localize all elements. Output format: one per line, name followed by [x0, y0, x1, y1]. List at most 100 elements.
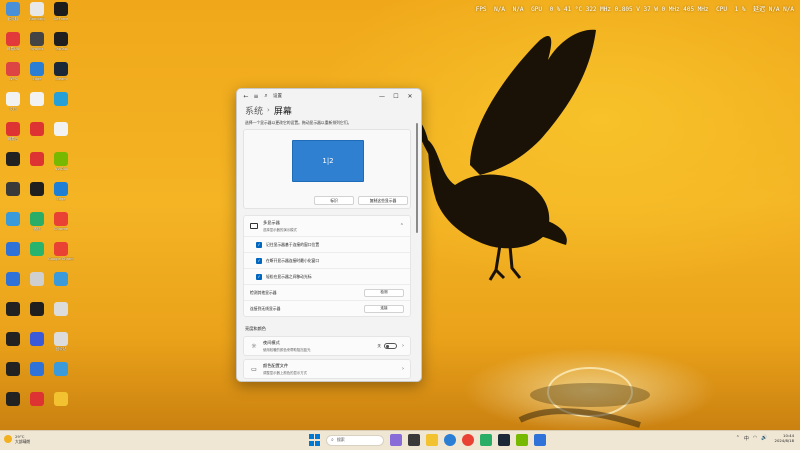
- desktop-shortcut[interactable]: [0, 182, 26, 210]
- app-icon: [30, 212, 44, 226]
- app-icon: [54, 2, 68, 16]
- desktop-shortcut[interactable]: [24, 302, 50, 330]
- tray-overflow-icon[interactable]: ⌃: [736, 435, 740, 441]
- desktop-shortcut[interactable]: [48, 122, 74, 150]
- desktop-shortcut[interactable]: TapTap: [48, 32, 74, 60]
- desktop-shortcut-label: 文档: [9, 107, 17, 111]
- chevron-right-icon[interactable]: ›: [402, 343, 404, 349]
- desktop-shortcut[interactable]: [48, 362, 74, 390]
- desktop-shortcut[interactable]: [24, 182, 50, 210]
- edge-icon[interactable]: [444, 434, 456, 446]
- desktop-shortcut[interactable]: Bandizip: [24, 2, 50, 30]
- taskbar-search[interactable]: ⌕ 搜索: [326, 434, 384, 446]
- desktop-shortcut[interactable]: Google Chrome: [48, 242, 74, 270]
- desktop-shortcut[interactable]: Edge: [24, 62, 50, 90]
- app-colorful-icon[interactable]: [390, 434, 402, 446]
- desktop-shortcut[interactable]: [0, 392, 26, 420]
- ease-cursor-row[interactable]: ✓ 轻松在显示器之间移动光标: [244, 268, 410, 284]
- minimize-on-disconnect-row[interactable]: ✓ 在断开显示器连接时最小化窗口: [244, 252, 410, 268]
- nvidia-icon[interactable]: [516, 434, 528, 446]
- app-icon: [30, 62, 44, 76]
- wifi-icon[interactable]: ◠: [753, 435, 757, 441]
- night-light-row[interactable]: ☼ 夜间模式 使用较暖的颜色来帮助阻挡蓝光 关 ›: [243, 336, 411, 356]
- breadcrumb-separator: ›: [267, 106, 270, 114]
- steam-icon[interactable]: [498, 434, 510, 446]
- desktop-shortcut[interactable]: [0, 302, 26, 330]
- desktop-shortcut[interactable]: [24, 242, 50, 270]
- gpu-values: 0 % 41 °C 322 MHz 0.805 V 37 W 0 MHz 405…: [549, 6, 709, 13]
- app-icon: [6, 212, 20, 226]
- menu-icon[interactable]: ≡: [251, 93, 261, 100]
- desktop-shortcut[interactable]: [0, 242, 26, 270]
- app-icon: [6, 32, 20, 46]
- desktop-shortcut[interactable]: Steam: [48, 62, 74, 90]
- multiple-displays-title: 多显示器: [263, 220, 280, 225]
- brightness-color-heading: 亮度和颜色: [245, 326, 266, 331]
- scrollbar[interactable]: [416, 123, 418, 233]
- duplicate-displays-dropdown[interactable]: 复制这些显示器: [358, 196, 408, 205]
- desktop-shortcut[interactable]: [0, 212, 26, 240]
- search-icon[interactable]: ⌕: [261, 92, 271, 100]
- maximize-button[interactable]: ☐: [389, 93, 403, 100]
- back-icon[interactable]: ←: [241, 93, 251, 100]
- app-icon: [6, 272, 20, 286]
- minimize-button[interactable]: —: [375, 93, 389, 100]
- night-light-toggle[interactable]: [384, 343, 397, 349]
- desktop-shortcut[interactable]: GeForce: [48, 2, 74, 30]
- checkbox-checked[interactable]: ✓: [256, 273, 262, 280]
- desktop-shortcut[interactable]: 此电脑: [0, 2, 26, 30]
- windows-start-icon[interactable]: [308, 434, 320, 446]
- breadcrumb-system[interactable]: 系统: [245, 104, 263, 117]
- remember-window-row[interactable]: ✓ 记住显示器基于连接的窗口位置: [244, 236, 410, 252]
- file-explorer-icon[interactable]: [426, 434, 438, 446]
- chevron-right-icon[interactable]: ›: [402, 366, 404, 372]
- display-arrangement: 1|2 标识 复制这些显示器: [243, 129, 411, 209]
- checkbox-checked[interactable]: ✓: [256, 257, 262, 264]
- color-profile-row[interactable]: ▭ 颜色配置文件 调整显示器上颜色的显示方式 ›: [243, 359, 411, 379]
- wechat-icon[interactable]: [480, 434, 492, 446]
- desktop-shortcut[interactable]: NVIDIA: [48, 152, 74, 180]
- desktop-shortcut[interactable]: [48, 392, 74, 420]
- desktop-shortcut[interactable]: [0, 152, 26, 180]
- task-view-icon[interactable]: [408, 434, 420, 446]
- input-language-icon[interactable]: 中: [744, 435, 749, 442]
- desktop-shortcut[interactable]: [0, 332, 26, 360]
- close-button[interactable]: ✕: [403, 93, 417, 100]
- desktop-shortcut[interactable]: [0, 362, 26, 390]
- desktop-shortcut[interactable]: [24, 122, 50, 150]
- desktop-shortcut[interactable]: [48, 302, 74, 330]
- clock[interactable]: 10:44 2024/8/18: [775, 433, 794, 443]
- desktop-shortcut[interactable]: [24, 92, 50, 120]
- volume-icon[interactable]: 🔊: [761, 435, 767, 441]
- multiple-displays-header[interactable]: 多显示器 选择显示器的演示模式 ⌃: [244, 216, 410, 236]
- desktop-shortcut[interactable]: Edge: [48, 182, 74, 210]
- desktop-shortcut[interactable]: [24, 362, 50, 390]
- desktop-shortcut[interactable]: [24, 332, 50, 360]
- desktop-shortcut[interactable]: [48, 272, 74, 300]
- performance-overlay: FPS N/A N/A GPU 0 % 41 °C 322 MHz 0.805 …: [472, 4, 794, 13]
- desktop-shortcut[interactable]: [24, 392, 50, 420]
- desktop-shortcut[interactable]: 回收站: [48, 332, 74, 360]
- identify-button[interactable]: 标识: [314, 196, 354, 205]
- desktop-shortcut[interactable]: [24, 272, 50, 300]
- chevron-up-icon[interactable]: ⌃: [400, 223, 404, 229]
- connect-button[interactable]: 连接: [364, 304, 404, 313]
- app-icon: [54, 182, 68, 196]
- monitor-tile[interactable]: 1|2: [292, 140, 364, 182]
- chrome-icon[interactable]: [462, 434, 474, 446]
- desktop-shortcut[interactable]: [48, 92, 74, 120]
- settings-icon[interactable]: [534, 434, 546, 446]
- desktop-shortcut[interactable]: Chrome: [48, 212, 74, 240]
- weather-widget[interactable]: 29°C 大部晴朗: [4, 434, 30, 444]
- desktop-shortcut[interactable]: 网易UU: [0, 32, 26, 60]
- desktop-shortcut[interactable]: 微信: [24, 212, 50, 240]
- desktop-shortcut[interactable]: 网易云: [0, 122, 26, 150]
- desktop-shortcut[interactable]: [0, 272, 26, 300]
- wireless-display-label: 连接到无线显示器: [250, 305, 281, 311]
- desktop-shortcut[interactable]: WPS: [0, 62, 26, 90]
- desktop-shortcut[interactable]: 文档: [0, 92, 26, 120]
- detect-button[interactable]: 检测: [364, 288, 404, 297]
- desktop-shortcut[interactable]: [24, 152, 50, 180]
- checkbox-checked[interactable]: ✓: [256, 241, 262, 248]
- desktop-shortcut[interactable]: Ryujinx: [24, 32, 50, 60]
